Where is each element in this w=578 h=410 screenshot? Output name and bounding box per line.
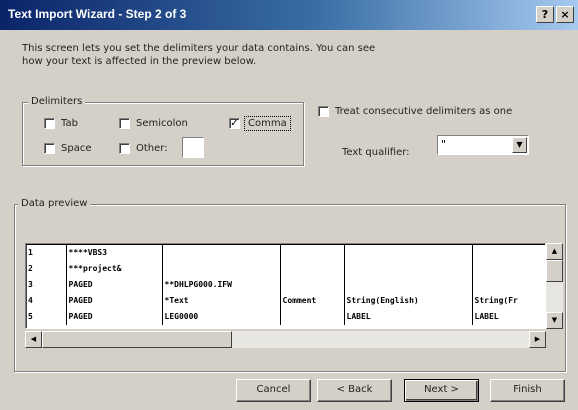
preview-cell: 3 <box>26 277 67 293</box>
treat-consecutive-checkbox[interactable]: Treat consecutive delimiters as one <box>318 106 512 117</box>
preview-cell: LEG0000 <box>162 309 281 325</box>
horizontal-scroll-thumb[interactable] <box>42 331 232 348</box>
preview-cell: String(English) <box>344 293 473 309</box>
preview-horizontal-scrollbar[interactable]: ◀ ▶ <box>25 331 546 348</box>
preview-cell: String(Fr <box>472 293 545 309</box>
preview-vertical-scrollbar[interactable]: ▲ ▼ <box>546 243 563 329</box>
preview-cell: PAGED <box>66 293 163 309</box>
title-bar[interactable]: Text Import Wizard - Step 2 of 3 ? × <box>0 0 578 30</box>
preview-row: 1 ****VBS3 <box>26 244 545 261</box>
preview-cell: LABEL <box>472 309 545 325</box>
preview-cell <box>280 261 345 277</box>
vertical-scroll-thumb[interactable] <box>546 260 563 282</box>
help-icon[interactable]: ? <box>536 6 554 23</box>
space-checkbox-box[interactable] <box>44 143 55 154</box>
space-checkbox-label: Space <box>61 143 92 154</box>
chevron-down-icon[interactable]: ▼ <box>512 137 527 153</box>
finish-button[interactable]: Finish <box>490 379 565 402</box>
step-description: This screen lets you set the delimiters … <box>22 43 376 67</box>
other-checkbox-label: Other: <box>136 143 168 154</box>
data-preview-label: Data preview <box>18 198 91 209</box>
delimiters-group <box>22 102 304 166</box>
preview-cell: LABEL <box>344 309 473 325</box>
preview-cell: 4 <box>26 293 67 309</box>
preview-cell: 2 <box>26 261 67 277</box>
preview-cell: *Text <box>162 293 281 309</box>
semicolon-checkbox-box[interactable] <box>119 118 130 129</box>
comma-checkbox-box[interactable]: ✓ <box>229 118 240 129</box>
window-title: Text Import Wizard - Step 2 of 3 <box>8 7 187 21</box>
preview-cell: Comment <box>280 293 345 309</box>
preview-cell <box>162 244 281 261</box>
preview-cell <box>344 261 473 277</box>
semicolon-checkbox-label: Semicolon <box>136 118 188 129</box>
text-qualifier-label: Text qualifier: <box>342 147 410 158</box>
other-checkbox-box[interactable] <box>119 143 130 154</box>
preview-table: 1 ****VBS3 2 ***project& 3 PAGED **DHLPG000.IF… <box>26 244 545 325</box>
preview-cell <box>472 244 545 261</box>
text-qualifier-value: " <box>441 138 447 151</box>
semicolon-checkbox[interactable]: Semicolon <box>119 118 188 129</box>
other-delimiter-input[interactable] <box>182 137 204 158</box>
cancel-button[interactable]: Cancel <box>236 379 311 402</box>
other-checkbox[interactable]: Other: <box>119 143 168 154</box>
text-import-wizard-dialog: Text Import Wizard - Step 2 of 3 ? × Thi… <box>0 0 578 410</box>
preview-row: 2 ***project& <box>26 261 545 277</box>
preview-cell <box>280 309 345 325</box>
scroll-up-icon[interactable]: ▲ <box>546 243 563 260</box>
delimiters-group-label: Delimiters <box>28 96 86 107</box>
scroll-down-icon[interactable]: ▼ <box>546 312 563 329</box>
data-preview-grid[interactable]: 1 ****VBS3 2 ***project& 3 PAGED **DHLPG000.IF… <box>25 243 546 329</box>
preview-cell: **DHLPG000.IFW <box>162 277 281 293</box>
preview-cell <box>344 277 473 293</box>
next-button[interactable]: Next > <box>404 379 479 402</box>
preview-cell: PAGED <box>66 309 163 325</box>
tab-checkbox-label: Tab <box>61 118 78 129</box>
preview-row: 5 PAGED LEG0000 LABEL LABEL <box>26 309 545 325</box>
preview-cell: PAGED <box>66 277 163 293</box>
preview-cell: ****VBS3 <box>66 244 163 261</box>
tab-checkbox[interactable]: Tab <box>44 118 78 129</box>
comma-checkbox-label: Comma <box>244 116 291 131</box>
treat-consecutive-label: Treat consecutive delimiters as one <box>335 106 513 117</box>
preview-cell <box>162 261 281 277</box>
close-icon[interactable]: × <box>556 6 574 23</box>
comma-checkbox[interactable]: ✓ Comma <box>229 116 291 131</box>
preview-cell <box>472 261 545 277</box>
preview-cell <box>344 244 473 261</box>
preview-cell: 1 <box>26 244 67 261</box>
treat-consecutive-checkbox-box[interactable] <box>318 106 329 117</box>
scroll-left-icon[interactable]: ◀ <box>25 331 42 348</box>
back-button[interactable]: < Back <box>317 379 392 402</box>
preview-cell <box>280 244 345 261</box>
preview-cell <box>472 277 545 293</box>
tab-checkbox-box[interactable] <box>44 118 55 129</box>
space-checkbox[interactable]: Space <box>44 143 91 154</box>
preview-row: 3 PAGED **DHLPG000.IFW <box>26 277 545 293</box>
preview-cell: ***project& <box>66 261 163 277</box>
scroll-right-icon[interactable]: ▶ <box>529 331 546 348</box>
preview-cell: 5 <box>26 309 67 325</box>
text-qualifier-select[interactable]: " ▼ <box>437 135 529 155</box>
preview-cell <box>280 277 345 293</box>
preview-row: 4 PAGED *Text Comment String(English) String(… <box>26 293 545 309</box>
